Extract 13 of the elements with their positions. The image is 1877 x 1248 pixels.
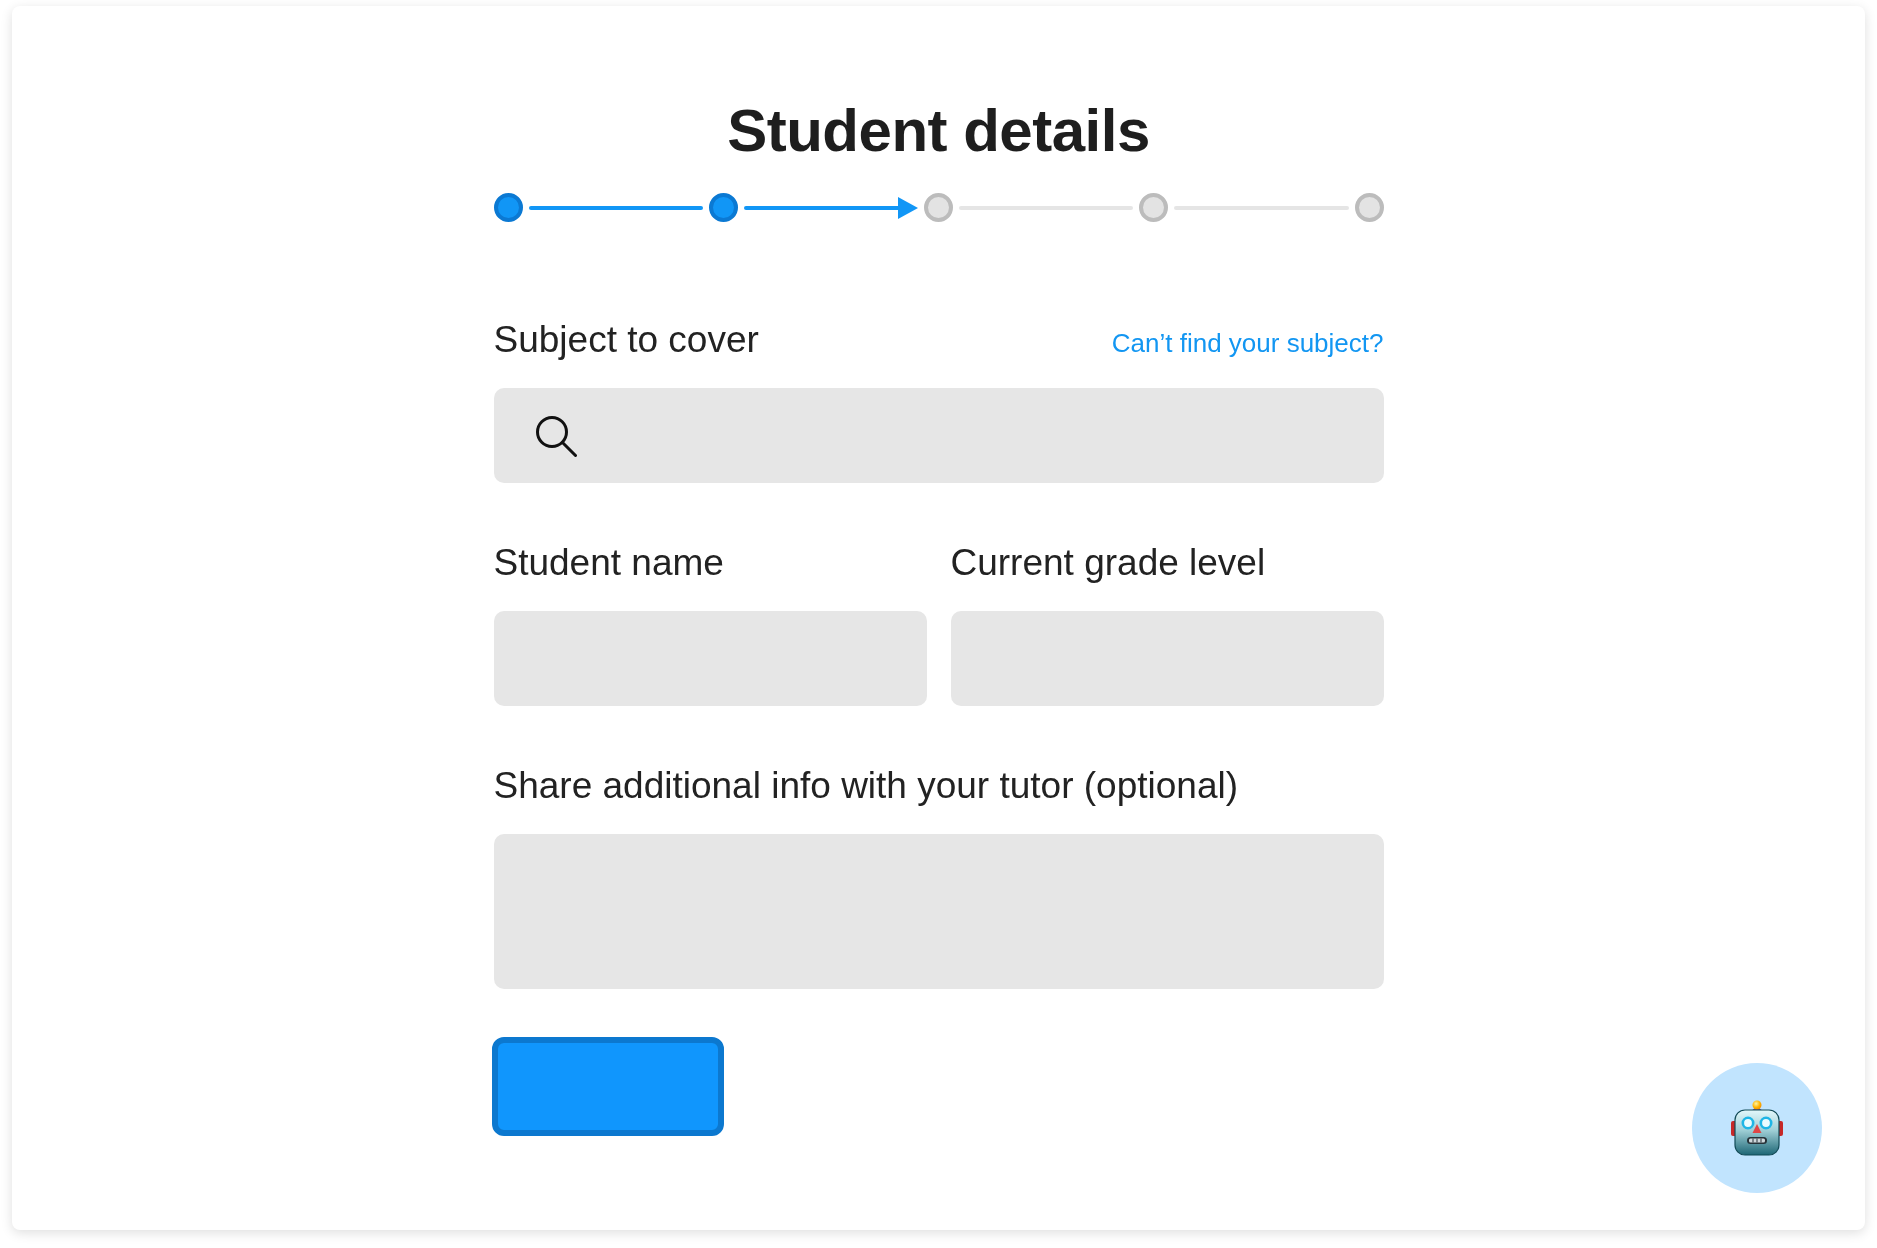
text-area[interactable]	[493, 834, 1384, 989]
text-field[interactable]	[493, 611, 927, 706]
primary-button[interactable]	[491, 1037, 724, 1136]
robot-icon	[1731, 1100, 1783, 1156]
text-field[interactable]	[950, 611, 1384, 706]
page-title: Student details	[727, 96, 1150, 166]
field-label: Current grade level	[950, 541, 1266, 585]
search-icon	[534, 414, 577, 457]
help-link[interactable]: Can’t find your subject?	[1111, 327, 1384, 359]
field-label: Student name	[493, 541, 724, 585]
field-label: Share additional info with your tutor (optional)	[493, 764, 1239, 808]
search-field[interactable]	[493, 388, 1384, 483]
field-label: Subject to cover	[493, 318, 759, 362]
